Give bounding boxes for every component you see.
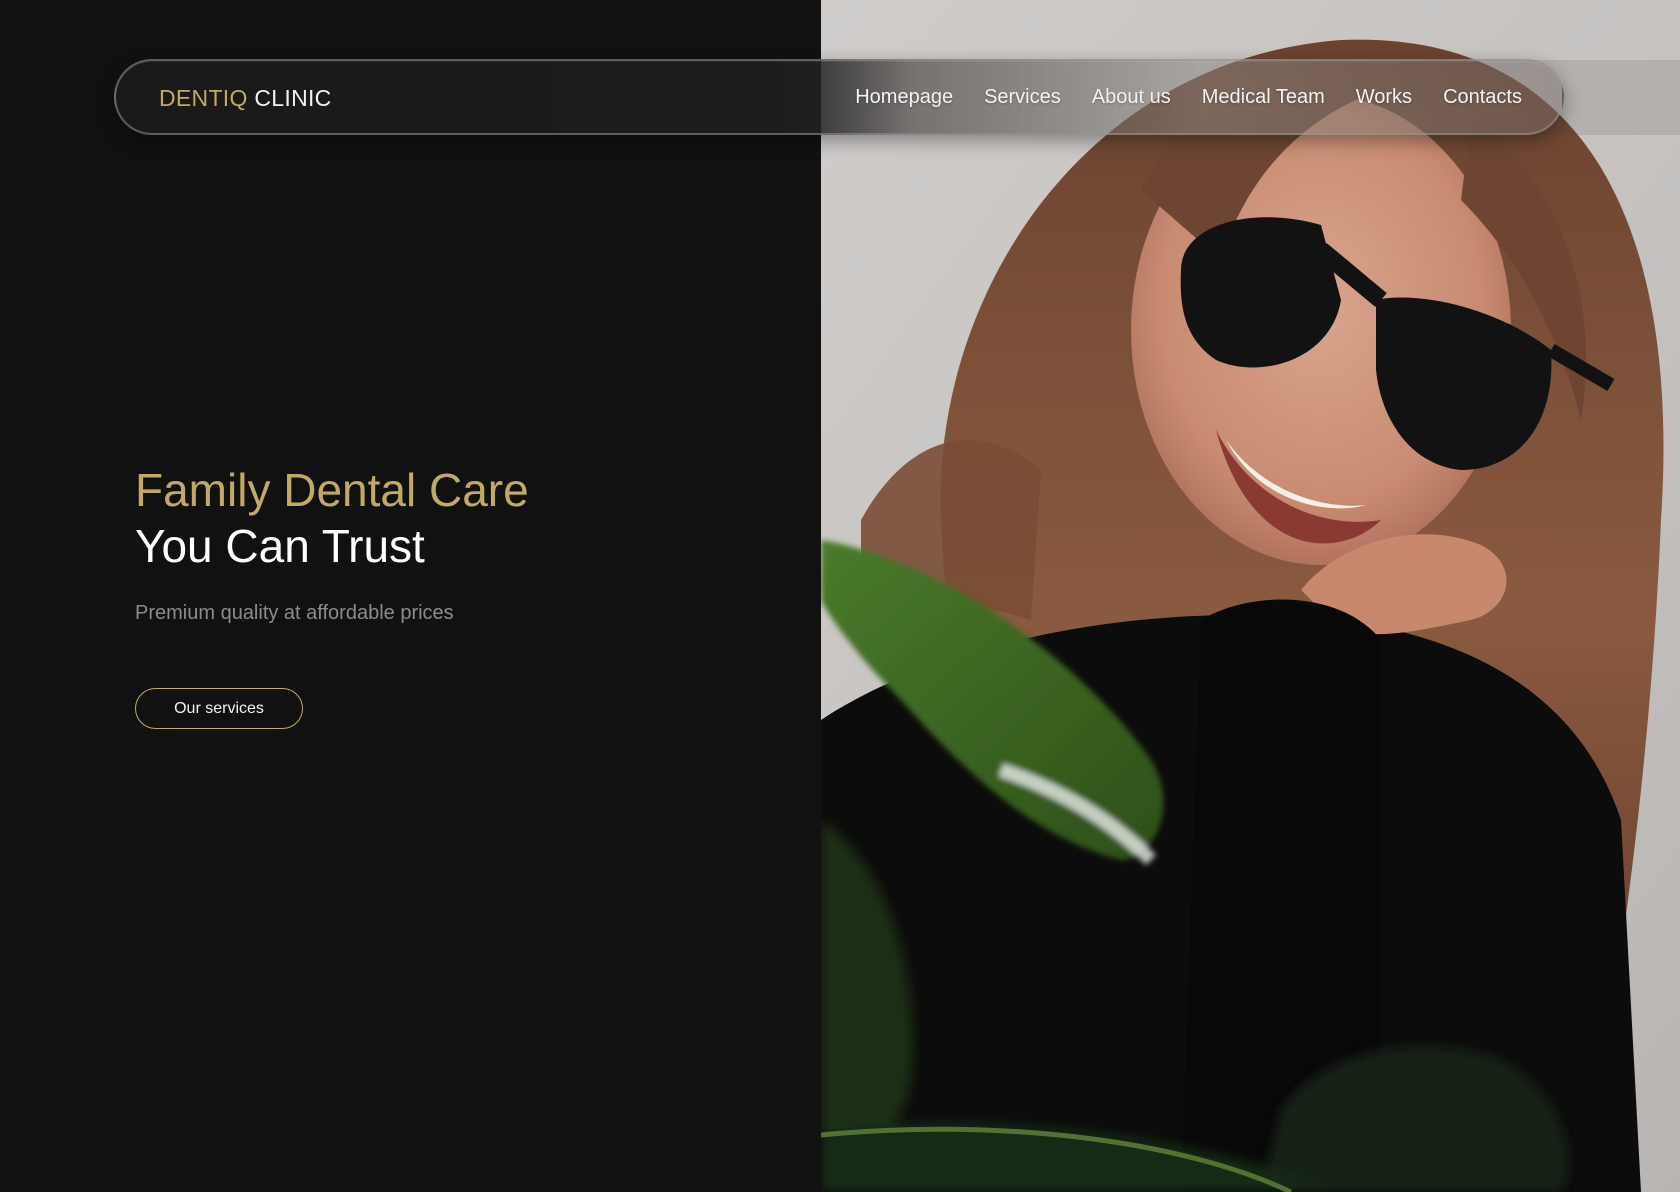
header-navbar: DENTIQ CLINIC Homepage Services About us… xyxy=(114,59,1564,135)
nav-item-contacts[interactable]: Contacts xyxy=(1443,86,1522,109)
our-services-button[interactable]: Our services xyxy=(135,688,303,729)
nav-item-works[interactable]: Works xyxy=(1356,86,1412,109)
landing-page: DENTIQ CLINIC Homepage Services About us… xyxy=(0,0,1680,1192)
hero-title-line1: Family Dental Care xyxy=(135,464,529,516)
logo[interactable]: DENTIQ CLINIC xyxy=(159,85,332,111)
nav-item-homepage[interactable]: Homepage xyxy=(855,86,953,109)
logo-brand-text: DENTIQ xyxy=(159,85,248,111)
nav-item-services[interactable]: Services xyxy=(984,86,1061,109)
hero-section: Family Dental Care You Can Trust Premium… xyxy=(135,462,775,626)
smiling-woman-photo-icon xyxy=(821,0,1680,1192)
hero-subtitle: Premium quality at affordable prices xyxy=(135,602,454,624)
nav-item-medical-team[interactable]: Medical Team xyxy=(1202,86,1325,109)
main-nav: Homepage Services About us Medical Team … xyxy=(855,61,1522,133)
nav-item-about-us[interactable]: About us xyxy=(1092,86,1171,109)
hero-title-line2: You Can Trust xyxy=(135,520,425,572)
logo-suffix-text: CLINIC xyxy=(247,85,332,111)
hero-image xyxy=(821,0,1680,1192)
